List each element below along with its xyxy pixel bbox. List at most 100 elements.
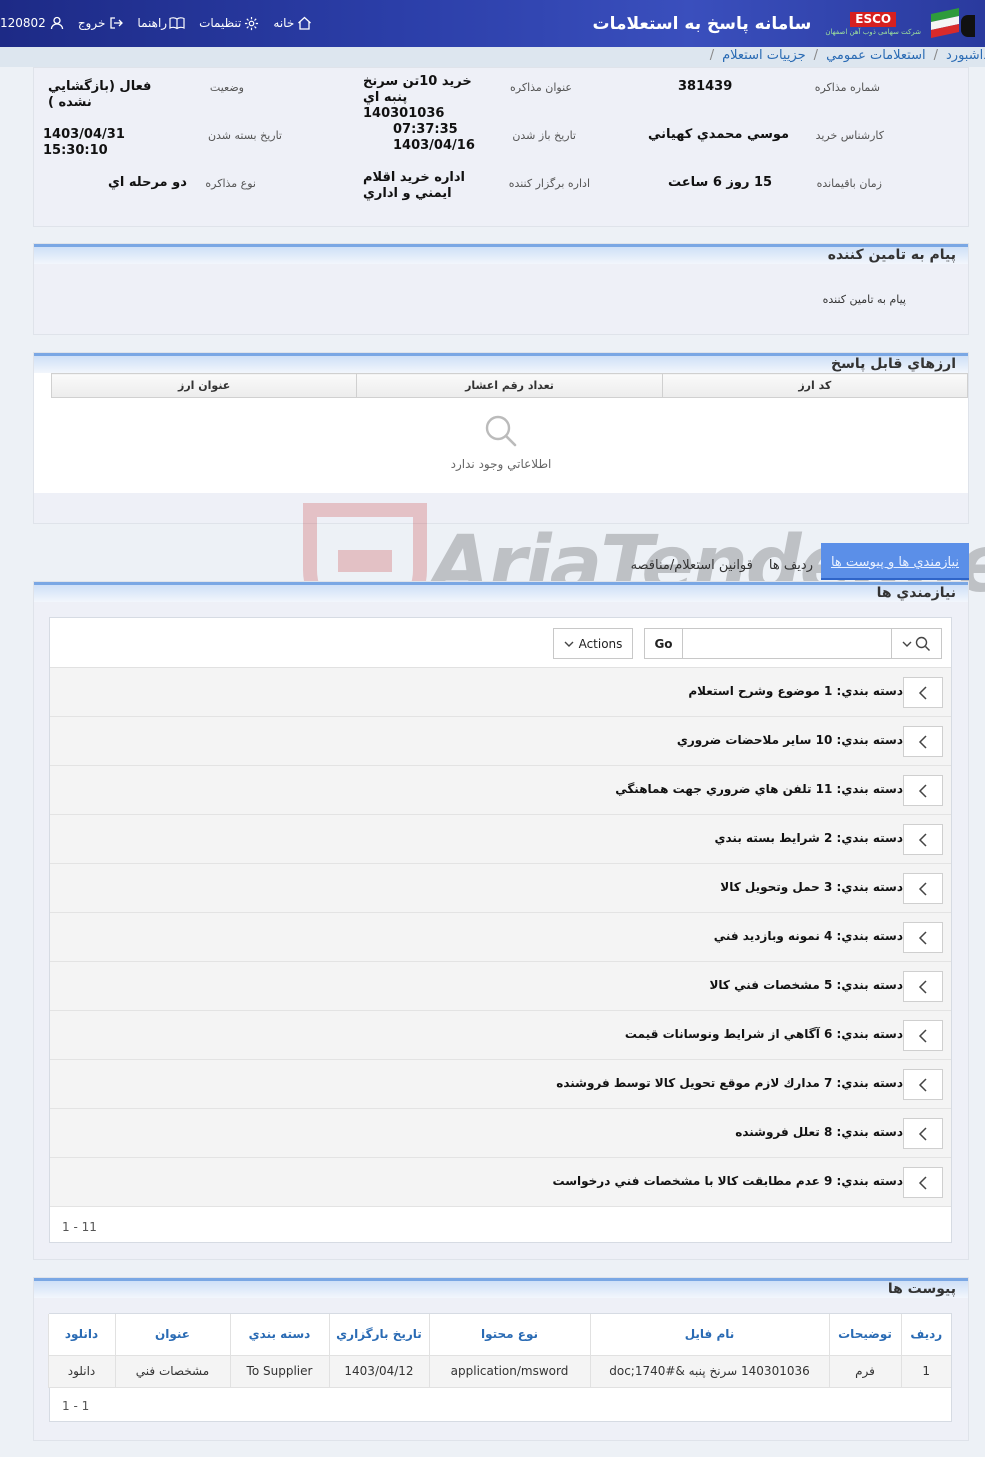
category-label: دسته بندي: 8 تعلل فروشنده: [735, 1125, 903, 1139]
list-item[interactable]: دسته بندي: 1 موضوع وشرح استعلام: [50, 668, 951, 717]
expand-button[interactable]: [903, 677, 943, 708]
col-currency-code[interactable]: كد ارز: [661, 373, 969, 398]
requirements-rows: دسته بندي: 1 موضوع وشرح استعلام دسته بندي…: [50, 668, 951, 1207]
category-name: 9 عدم مطابقت كالا با مشخصات فني درخواست: [552, 1174, 833, 1188]
esco-mark: ESCO: [850, 11, 897, 27]
list-item[interactable]: دسته بندي: 2 شرايط بسته بندي: [50, 815, 951, 864]
cell-file-name: 140301036 سرنخ پنبه &#1740;doc: [589, 1355, 829, 1388]
tab-requirements-attachments[interactable]: نيازمندي ها و پيوست ها: [820, 543, 969, 580]
category-prefix: دسته بندي:: [836, 1174, 903, 1188]
list-item[interactable]: دسته بندي: 4 نمونه وبازديد فني: [50, 913, 951, 962]
home-link[interactable]: خانه: [273, 16, 312, 30]
category-label: دسته بندي: 2 شرايط بسته بندي: [715, 831, 904, 845]
currencies-grid: كد ارز تعداد رقم اعشار عنوان ارز اطلاعات…: [34, 373, 969, 493]
col-category[interactable]: دسته بندي: [229, 1314, 329, 1356]
help-link[interactable]: راهنما: [137, 16, 185, 30]
list-item[interactable]: دسته بندي: 11 تلفن هاي ضروري جهت هماهنگي: [50, 766, 951, 815]
list-item[interactable]: دسته بندي: 8 تعلل فروشنده: [50, 1109, 951, 1158]
chevron-left-icon: [918, 1175, 927, 1190]
chevron-down-icon: [564, 641, 574, 647]
brand: ESCO شرکت سهامی ذوب آهن اصفهان سامانه پا…: [593, 6, 975, 42]
search-icon: [34, 413, 968, 451]
chevron-down-icon: [902, 641, 912, 647]
chevron-left-icon: [918, 1028, 927, 1043]
col-upload-date[interactable]: تاريخ بارگزاري: [328, 1314, 429, 1356]
category-prefix: دسته بندي:: [836, 880, 903, 894]
category-label: دسته بندي: 9 عدم مطابقت كالا با مشخصات ف…: [553, 1174, 904, 1188]
expand-button[interactable]: [903, 775, 943, 806]
cell-upload-date: 1403/04/12: [328, 1355, 429, 1388]
col-currency-title[interactable]: عنوان ارز: [50, 373, 358, 398]
expand-button[interactable]: [903, 1167, 943, 1198]
category-name: 7 مدارك لازم موقع تحويل كالا توسط فروشند…: [556, 1076, 833, 1090]
list-item[interactable]: دسته بندي: 9 عدم مطابقت كالا با مشخصات ف…: [50, 1158, 951, 1207]
settings-label: تنظیمات: [199, 16, 242, 30]
negotiation-title: خريد 10تن سرنخ پنبه اي 140301036: [363, 74, 472, 121]
esco-logo: ESCO شرکت سهامی ذوب آهن اصفهان: [825, 11, 921, 37]
logout-icon: [109, 16, 124, 30]
user-id-text: 120802: [0, 16, 46, 30]
expand-button[interactable]: [903, 1118, 943, 1149]
open-date: 1403/04/16: [393, 138, 475, 153]
negotiation-number-label: شماره مذاكره: [814, 81, 880, 94]
breadcrumb-dashboard[interactable]: داشبورد: [946, 48, 985, 63]
expand-button[interactable]: [903, 726, 943, 757]
expand-button[interactable]: [903, 922, 943, 953]
search-input[interactable]: Go: [644, 628, 942, 659]
tab-rows[interactable]: رديف ها: [761, 548, 821, 580]
category-prefix: دسته بندي:: [836, 1027, 903, 1041]
col-file-name[interactable]: نام فايل: [589, 1314, 829, 1356]
category-label: دسته بندي: 6 آگاهي از شرايط ونوسانات قيم…: [625, 1027, 903, 1041]
settings-link[interactable]: تنظیمات: [199, 16, 259, 31]
breadcrumb: داشبورد / استعلامات عمومي / جزييات استعل…: [0, 47, 985, 67]
list-item[interactable]: دسته بندي: 5 مشخصات فني كالا: [50, 962, 951, 1011]
breadcrumb-public-inquiries[interactable]: استعلامات عمومي: [826, 48, 926, 63]
expand-button[interactable]: [903, 824, 943, 855]
category-name: 11 تلفن هاي ضروري جهت هماهنگي: [615, 782, 833, 796]
list-item[interactable]: دسته بندي: 7 مدارك لازم موقع تحويل كالا …: [50, 1060, 951, 1109]
requirements-title: نيازمندي ها: [876, 585, 956, 601]
actions-menu-button[interactable]: Actions: [553, 628, 633, 659]
breadcrumb-separator: /: [813, 48, 819, 63]
list-item[interactable]: دسته بندي: 10 ساير ملاحضات ضروري: [50, 717, 951, 766]
category-label: دسته بندي: 4 نمونه وبازديد فني: [714, 929, 903, 943]
col-content-type[interactable]: نوع محتوا: [428, 1314, 590, 1356]
status-label: وضعيت: [209, 81, 244, 94]
col-description[interactable]: توضيحات: [828, 1314, 901, 1356]
col-title[interactable]: عنوان: [114, 1314, 230, 1356]
expand-button[interactable]: [903, 1020, 943, 1051]
col-decimal-digits[interactable]: تعداد رقم اعشار: [356, 373, 663, 398]
negotiation-title-label: عنوان مذاكره: [510, 81, 572, 94]
attachments-table: رديف توضيحات نام فايل نوع محتوا تاريخ با…: [47, 1313, 952, 1422]
go-button[interactable]: Go: [645, 629, 683, 658]
category-label: دسته بندي: 10 ساير ملاحضات ضروري: [677, 733, 903, 747]
attachments-pager: 1 - 1: [62, 1399, 90, 1413]
list-item[interactable]: دسته بندي: 6 آگاهي از شرايط ونوسانات قيم…: [50, 1011, 951, 1060]
category-prefix: دسته بندي:: [836, 1076, 903, 1090]
download-link[interactable]: دانلود: [47, 1355, 115, 1388]
expand-button[interactable]: [903, 873, 943, 904]
logout-link[interactable]: خروج: [78, 16, 124, 30]
type-label: نوع مذاكره: [205, 177, 256, 190]
supplier-message-panel: پيام به تامين كننده پيام به تامين كننده: [33, 243, 969, 335]
chevron-left-icon: [918, 783, 927, 798]
list-item[interactable]: دسته بندي: 3 حمل وتحويل كالا: [50, 864, 951, 913]
category-prefix: دسته بندي:: [836, 978, 903, 992]
open-time: 07:37:35: [393, 122, 458, 137]
user-id[interactable]: 120802: [0, 16, 64, 30]
attachments-title: پيوست ها: [887, 1281, 956, 1297]
tab-rules[interactable]: قوانين استعلام/مناقصه: [623, 548, 761, 580]
search-column-button[interactable]: [891, 629, 941, 658]
inquiry-info-card: شماره مذاكره 381439 كارشناس خريد موسي مح…: [33, 67, 969, 227]
company-logo: [929, 7, 975, 41]
expand-button[interactable]: [903, 971, 943, 1002]
category-name: 4 نمونه وبازديد فني: [713, 929, 833, 943]
expand-button[interactable]: [903, 1069, 943, 1100]
top-header: ESCO شرکت سهامی ذوب آهن اصفهان سامانه پا…: [0, 0, 985, 47]
breadcrumb-separator: /: [709, 48, 715, 63]
breadcrumb-inquiry-details[interactable]: جزييات استعلام: [722, 48, 806, 63]
col-row[interactable]: رديف: [900, 1314, 951, 1356]
col-download[interactable]: دانلود: [47, 1314, 115, 1356]
requirements-pager: 1 - 11: [62, 1220, 97, 1234]
detail-tabs: نيازمندي ها و پيوست ها رديف ها قوانين اس…: [623, 543, 969, 580]
